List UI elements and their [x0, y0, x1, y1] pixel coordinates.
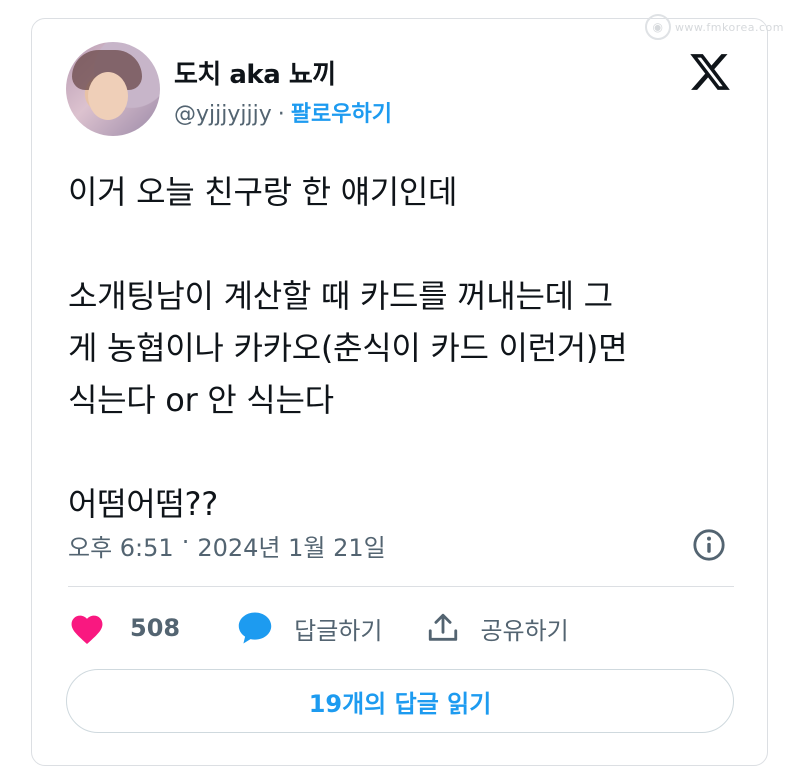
- avatar-face: [88, 72, 128, 120]
- tweet-line: 어떰어떰??: [68, 485, 218, 523]
- heart-icon: [71, 615, 103, 644]
- author-handle[interactable]: @yjjjyjjjy: [174, 102, 272, 127]
- x-logo-icon[interactable]: [688, 50, 732, 94]
- like-count: 508: [130, 614, 181, 642]
- tweet-line: 식는다 or 안 식는다: [68, 381, 334, 419]
- tweet-actions: 508 답글하기 공유하기: [68, 606, 569, 650]
- reply-label: 답글하기: [294, 616, 383, 645]
- divider: [68, 586, 734, 587]
- watermark-text: www.fmkorea.com: [674, 20, 784, 34]
- info-icon[interactable]: [692, 528, 726, 562]
- follow-button[interactable]: 팔로우하기: [291, 96, 392, 128]
- tweet-date: 2024년 1월 21일: [197, 534, 386, 562]
- share-upload-icon: [429, 613, 458, 641]
- tweet-timestamp[interactable]: 오후 6:51 · 2024년 1월 21일: [68, 528, 386, 563]
- tweet-line: 게 농협이나 카카오(춘식이 카드 이런거)면: [68, 329, 628, 367]
- avatar[interactable]: [66, 42, 160, 136]
- share-label: 공유하기: [480, 616, 569, 645]
- reply-button[interactable]: 답글하기: [236, 611, 382, 646]
- tweet-time: 오후 6:51: [68, 534, 174, 562]
- timestamp-separator: ·: [181, 528, 190, 556]
- author-handle-row: @yjjjyjjjy · 팔로우하기: [174, 96, 392, 128]
- tweet-text: 이거 오늘 친구랑 한 얘기인데 소개팅남이 계산할 때 카드를 꺼내는데 그 …: [68, 166, 728, 530]
- author-display-name[interactable]: 도치 aka 뇨끼: [174, 54, 336, 91]
- tweet-line: 이거 오늘 친구랑 한 얘기인데: [68, 173, 458, 211]
- tweet-line: 소개팅남이 계산할 때 카드를 꺼내는데 그: [68, 277, 613, 315]
- speech-bubble-icon: [238, 612, 272, 644]
- watermark: ◉ www.fmkorea.com: [644, 14, 784, 40]
- watermark-logo-icon: ◉: [644, 14, 671, 40]
- like-button[interactable]: 508: [68, 611, 180, 645]
- handle-separator: ·: [277, 102, 285, 127]
- share-button[interactable]: 공유하기: [426, 611, 569, 646]
- read-replies-button[interactable]: 19개의 답글 읽기: [66, 669, 734, 733]
